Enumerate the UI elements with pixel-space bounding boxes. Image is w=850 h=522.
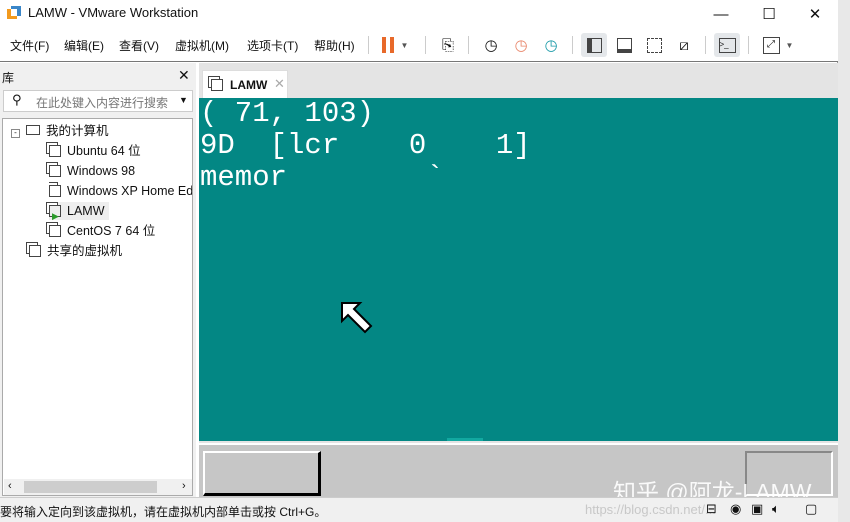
separator	[368, 36, 369, 54]
mouse-cursor-icon	[341, 302, 373, 334]
tree-item-label: Windows XP Home Ed	[67, 184, 192, 198]
vm-icon	[49, 165, 61, 177]
snapshot-revert-button[interactable]: ◷	[508, 33, 534, 57]
tree-item-my-computer[interactable]: - 我的计算机	[11, 122, 109, 140]
separator	[705, 36, 706, 54]
menu-help[interactable]: 帮助(H)	[314, 37, 355, 54]
unity-button[interactable]: ⧄	[671, 33, 697, 57]
guest-button[interactable]	[203, 451, 321, 496]
menu-toolbar: 文件(F) 编辑(E) 查看(V) 虚拟机(M) 选项卡(T) 帮助(H) ▼ …	[0, 28, 838, 62]
console-icon: >_	[718, 37, 736, 53]
menu-file[interactable]: 文件(F)	[10, 37, 49, 54]
vm-icon	[49, 145, 61, 157]
screen-text-line: memor `	[200, 161, 444, 194]
separator	[748, 36, 749, 54]
tree-item-vm[interactable]: Windows XP Home Ed	[49, 182, 192, 200]
fullscreen-icon	[646, 37, 662, 53]
tree-item-vm[interactable]: Windows 98	[49, 162, 135, 180]
snapshot-revert-icon: ◷	[514, 37, 528, 54]
library-tree: - 我的计算机 Ubuntu 64 位 Windows 98 Windows XP…	[2, 118, 193, 496]
unity-icon: ⧄	[679, 36, 689, 54]
collapse-icon[interactable]: -	[11, 129, 20, 138]
fullscreen-button[interactable]	[641, 33, 667, 57]
stretch-icon: ⤢	[762, 36, 780, 54]
scroll-left-icon[interactable]: ‹	[8, 480, 12, 492]
tab-label: LAMW	[230, 78, 268, 92]
tree-item-shared-vms[interactable]: 共享的虚拟机	[29, 242, 122, 260]
library-view-button[interactable]	[581, 33, 607, 57]
tree-item-label: Windows 98	[67, 164, 136, 178]
status-bar: 要将输入定向到该虚拟机，请在虚拟机内部单击或按 Ctrl+G。 https://…	[0, 497, 838, 522]
tree-item-vm-selected[interactable]: ▶ LAMW	[49, 202, 109, 221]
vm-running-icon: ▶	[49, 205, 61, 221]
sound-icon[interactable]: 🔈︎	[772, 501, 780, 517]
horizontal-scrollbar[interactable]: ‹ ›	[4, 479, 192, 495]
close-button[interactable]: ✕	[792, 0, 838, 28]
window-title: LAMW - VMware Workstation	[28, 5, 199, 20]
title-bar: LAMW - VMware Workstation — ☐ ✕	[0, 0, 838, 28]
separator	[425, 36, 426, 54]
vm-area: LAMW ✕ ( 71, 103) 9D [lcr 0 1] memor ` 知…	[199, 63, 838, 505]
menu-vm[interactable]: 虚拟机(M)	[175, 37, 229, 54]
vm-screen[interactable]: ( 71, 103) 9D [lcr 0 1] memor `	[199, 98, 838, 441]
snapshot-take-button[interactable]: ◷	[478, 33, 504, 57]
chevron-down-icon[interactable]: ▼	[179, 95, 188, 105]
chevron-down-icon: ▼	[400, 40, 409, 50]
hard-disk-icon[interactable]: ⊟	[706, 501, 717, 517]
computer-icon	[26, 125, 40, 135]
menu-edit[interactable]: 编辑(E)	[64, 37, 104, 54]
vm-icon	[49, 185, 61, 197]
status-text: 要将输入定向到该虚拟机，请在虚拟机内部单击或按 Ctrl+G。	[0, 505, 327, 519]
library-view-icon	[586, 37, 602, 53]
snapshot-manager-button[interactable]: ◷	[538, 33, 564, 57]
message-icon[interactable]: ▢	[805, 501, 817, 517]
search-placeholder: 在此处键入内容进行搜索	[36, 96, 169, 110]
chevron-down-icon: ▼	[785, 40, 794, 50]
watermark-csdn: https://blog.csdn.net/...	[585, 502, 716, 517]
tree-item-label: 共享的虚拟机	[47, 244, 123, 258]
search-icon: ⚲	[12, 92, 22, 107]
pause-icon	[381, 37, 394, 53]
shared-vm-icon	[29, 245, 41, 257]
screen-text-line: ( 71, 103)	[200, 97, 375, 130]
tab-close-icon[interactable]: ✕	[274, 76, 285, 92]
tree-item-label: CentOS 7 64 位	[67, 224, 156, 238]
stretch-button[interactable]: ⤢ ▼	[758, 33, 798, 57]
library-panel: 库 ✕ ⚲ 在此处键入内容进行搜索 ▼ - 我的计算机 Ubuntu 64 位 W…	[0, 63, 196, 497]
floppy-icon[interactable]: ▣	[751, 501, 763, 517]
vmware-window: LAMW - VMware Workstation — ☐ ✕ 文件(F) 编辑…	[0, 0, 838, 522]
vmware-logo-icon	[7, 6, 21, 19]
tree-item-label: LAMW	[67, 204, 105, 218]
library-title: 库	[2, 71, 15, 85]
vm-running-icon	[211, 79, 223, 91]
send-keys-button[interactable]: ⎘	[435, 33, 461, 57]
snapshot-take-icon: ◷	[484, 37, 498, 54]
cd-drive-icon[interactable]: ◉	[730, 501, 741, 517]
tree-item-vm[interactable]: Ubuntu 64 位	[49, 142, 141, 160]
tree-item-label: 我的计算机	[46, 124, 109, 138]
send-keys-icon: ⎘	[441, 36, 454, 54]
vm-icon	[49, 225, 61, 237]
maximize-button[interactable]: ☐	[746, 0, 792, 28]
library-search-input[interactable]: ⚲ 在此处键入内容进行搜索 ▼	[3, 90, 193, 112]
minimize-button[interactable]: —	[698, 0, 744, 28]
console-button[interactable]: >_	[714, 33, 740, 57]
guest-taskbar: 知乎 @阿龙-LAMW	[199, 443, 838, 505]
menu-view[interactable]: 查看(V)	[119, 37, 159, 54]
thumbnail-bar-button[interactable]	[611, 33, 637, 57]
scroll-thumb[interactable]	[24, 481, 157, 493]
screen-marker	[447, 438, 483, 441]
tree-item-label: Ubuntu 64 位	[67, 144, 141, 158]
tree-item-vm[interactable]: CentOS 7 64 位	[49, 222, 155, 240]
separator	[468, 36, 469, 54]
pause-button[interactable]: ▼	[376, 33, 414, 57]
library-close-button[interactable]: ✕	[178, 67, 190, 84]
screen-text-line: 9D [lcr 0 1]	[200, 129, 531, 162]
tab-lamw[interactable]: LAMW ✕	[202, 70, 288, 98]
thumbnail-bar-icon	[616, 37, 632, 53]
scroll-right-icon[interactable]: ›	[182, 480, 186, 492]
separator	[572, 36, 573, 54]
menu-tabs[interactable]: 选项卡(T)	[247, 37, 298, 54]
snapshot-manager-icon: ◷	[544, 37, 558, 54]
